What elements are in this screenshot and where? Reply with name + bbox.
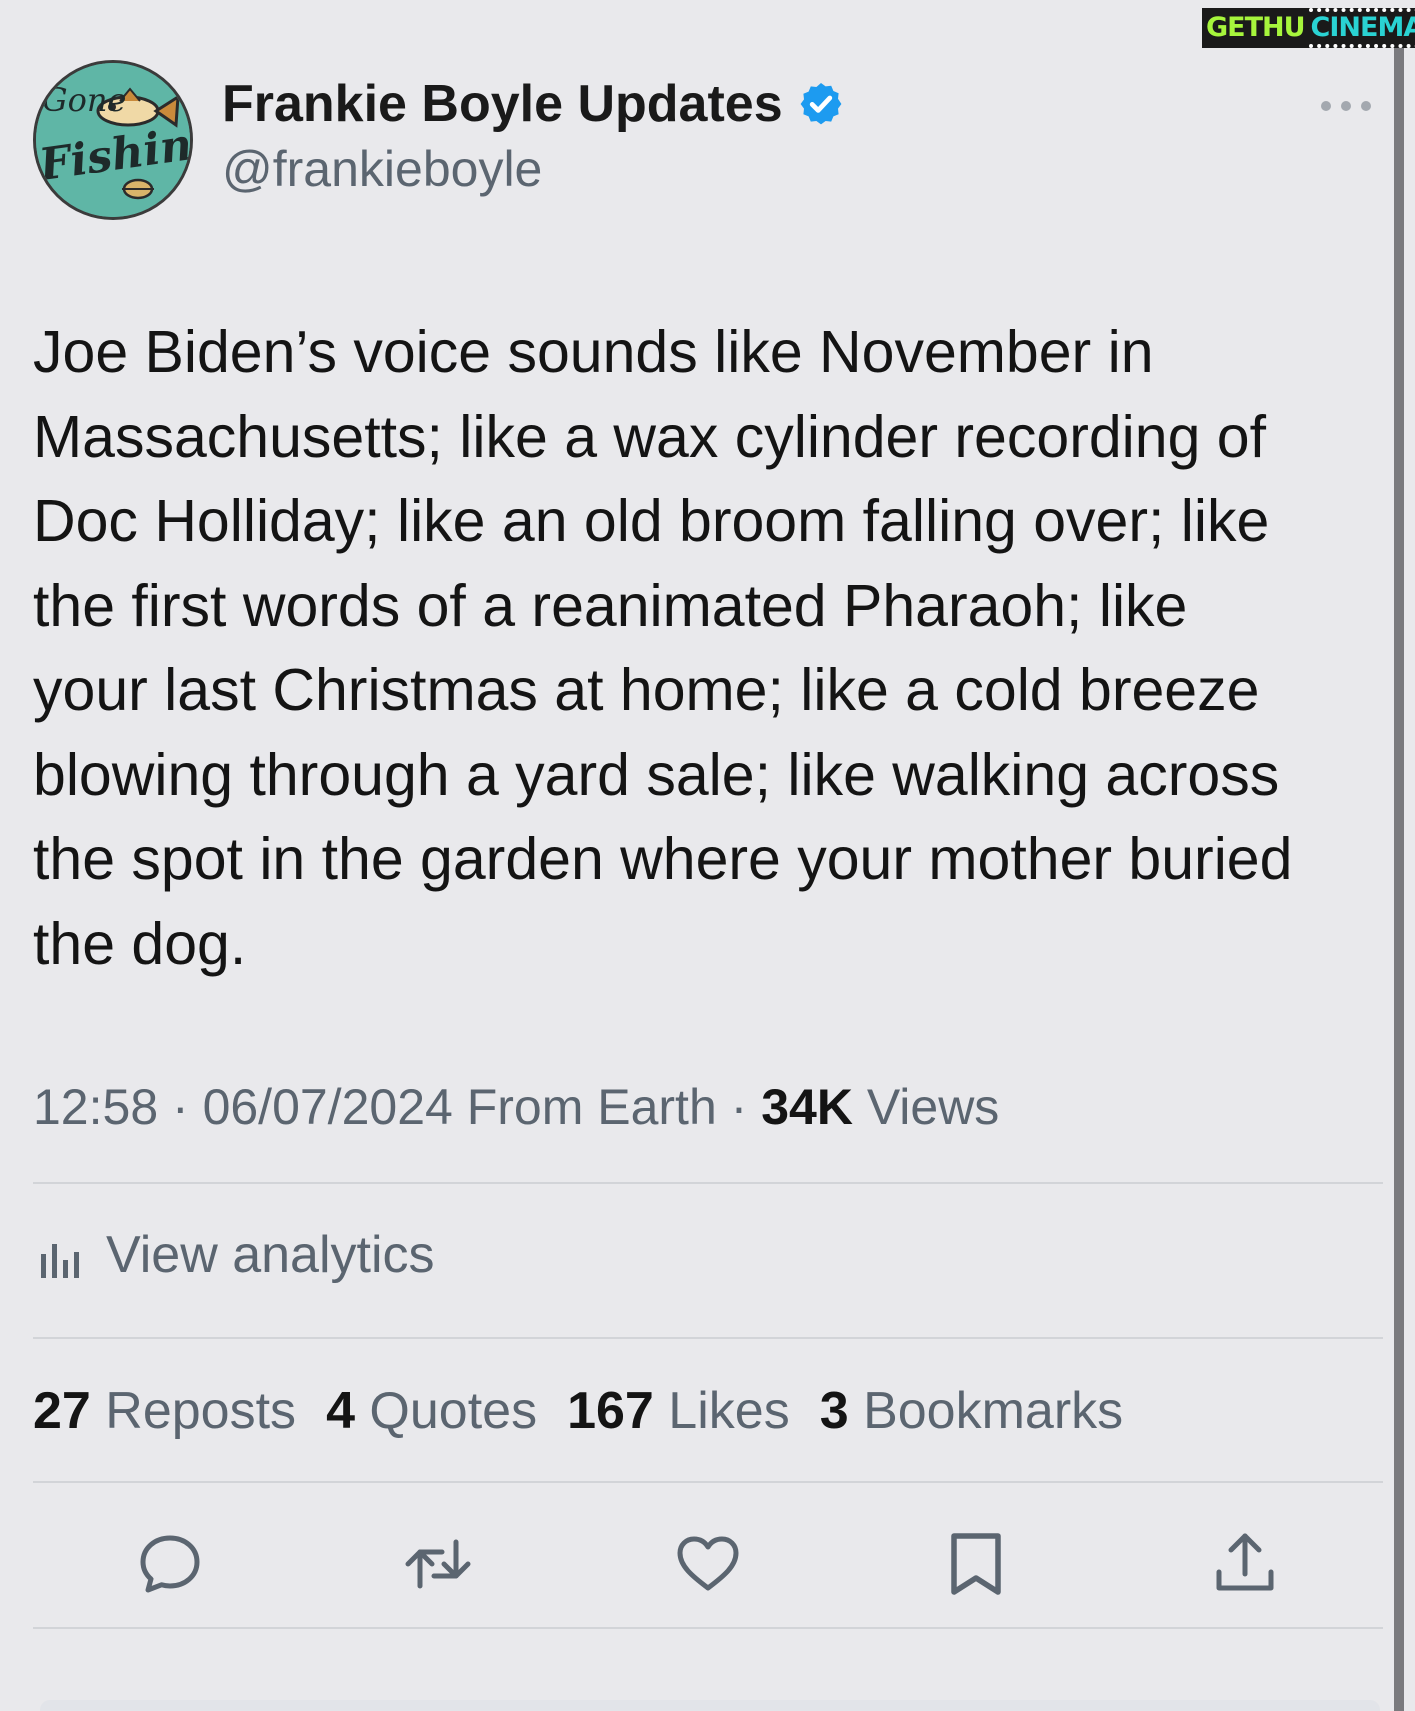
- tweet-date[interactable]: 06/07/2024: [203, 1079, 453, 1135]
- like-icon[interactable]: [672, 1528, 744, 1600]
- repost-icon[interactable]: [402, 1528, 474, 1600]
- verified-badge-icon: [800, 83, 842, 125]
- bookmarks-label: Bookmarks: [848, 1382, 1124, 1440]
- tweet-line: Massachusetts; like a wax cylinder recor…: [33, 403, 1266, 470]
- engagement-stats: 27 Reposts 4 Quotes 167 Likes 3 Bookmark…: [33, 1381, 1153, 1441]
- tweet-time[interactable]: 12:58: [33, 1079, 158, 1135]
- view-analytics-label[interactable]: View analytics: [106, 1225, 435, 1285]
- tweet-detail-page: GETHU CINEMA Gone Fishing Frankie Boyle …: [0, 0, 1415, 1711]
- tweet-line: blowing through a yard sale; like walkin…: [33, 741, 1280, 808]
- quotes-label: Quotes: [354, 1382, 538, 1440]
- divider: [33, 1337, 1383, 1339]
- tweet-line: Joe Biden’s voice sounds like November i…: [33, 319, 1154, 385]
- bar-chart-icon: [41, 1244, 79, 1278]
- divider: [33, 1481, 1383, 1483]
- author-display-name[interactable]: Frankie Boyle Updates: [222, 74, 845, 134]
- tweet-line: the spot in the garden where your mother…: [33, 826, 1293, 892]
- reposts-label: Reposts: [90, 1382, 297, 1440]
- meta-separator: ·: [716, 1079, 762, 1135]
- divider: [33, 1627, 1383, 1629]
- reposts-count: 27: [33, 1382, 91, 1440]
- tweet-line: the dog.: [33, 910, 247, 977]
- watermark-logo: GETHU CINEMA: [1202, 8, 1415, 48]
- quotes-count: 4: [326, 1382, 355, 1440]
- likes-label: Likes: [653, 1382, 790, 1440]
- reply-icon[interactable]: [134, 1528, 206, 1600]
- more-options-icon[interactable]: [1318, 92, 1374, 120]
- tweet-text: Joe Biden’s voice sounds like November i…: [33, 310, 1383, 986]
- watermark-right: CINEMA: [1308, 8, 1415, 48]
- scroll-edge: [1394, 40, 1404, 1711]
- avatar[interactable]: Gone Fishing: [33, 60, 193, 220]
- meta-separator: ·: [158, 1079, 203, 1135]
- views-count: 34K: [761, 1079, 853, 1135]
- gone-fishing-avatar-image: Gone Fishing: [36, 63, 190, 217]
- bookmark-icon[interactable]: [940, 1528, 1012, 1600]
- bookmarks-stat[interactable]: 3 Bookmarks: [820, 1381, 1123, 1441]
- tweet-meta: 12:58 · 06/07/2024 From Earth · 34K View…: [33, 1078, 999, 1136]
- tweet-line: Doc Holliday; like an old broom falling …: [33, 488, 1270, 554]
- watermark-left: GETHU: [1202, 8, 1309, 48]
- share-icon[interactable]: [1209, 1528, 1281, 1600]
- quotes-stat[interactable]: 4 Quotes: [326, 1381, 537, 1441]
- reposts-stat[interactable]: 27 Reposts: [33, 1381, 296, 1441]
- likes-count: 167: [567, 1382, 654, 1440]
- tweet-line: your last Christmas at home; like a cold…: [33, 657, 1260, 723]
- author-handle[interactable]: @frankieboyle: [222, 140, 542, 198]
- divider: [33, 1182, 1383, 1184]
- reply-composer-edge: [40, 1700, 1380, 1711]
- tweet-line: the first words of a reanimated Pharaoh;…: [33, 572, 1188, 639]
- bookmarks-count: 3: [819, 1382, 849, 1440]
- tweet-source: From Earth: [452, 1079, 717, 1135]
- display-name-text[interactable]: Frankie Boyle Updates: [222, 74, 783, 134]
- views-label: Views: [852, 1079, 1000, 1135]
- svg-text:Gone: Gone: [42, 81, 126, 119]
- likes-stat[interactable]: 167 Likes: [567, 1381, 790, 1441]
- view-analytics-button[interactable]: View analytics: [38, 1225, 435, 1285]
